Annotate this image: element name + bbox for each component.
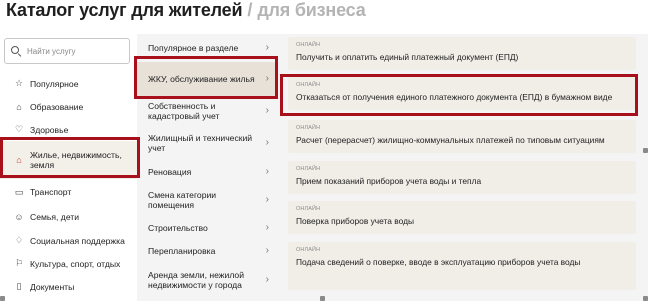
services-panel: ОНЛАЙН Получить и оплатить единый платеж… xyxy=(277,34,648,301)
chevron-right-icon: › xyxy=(265,193,269,205)
service-card[interactable]: ОНЛАЙН Поверка приборов учета воды xyxy=(288,201,636,234)
catalog-title-citizens[interactable]: Каталог услуг для жителей xyxy=(6,0,243,21)
category-item-popular[interactable]: ☆ Популярное xyxy=(0,72,137,95)
category-label: Образование xyxy=(30,101,84,112)
subcategory-item-property[interactable]: Собственность и кадастровый учет › xyxy=(137,96,277,126)
title-separator: / xyxy=(247,0,253,20)
service-name: Подача сведений о поверке, вводе в экспл… xyxy=(296,257,581,267)
category-item-housing[interactable]: ⌂ Жилье, недвижимость, земля xyxy=(0,141,137,179)
service-card[interactable]: ОНЛАЙН Прием показаний приборов учета во… xyxy=(288,161,636,194)
support-icon: ♢ xyxy=(14,235,24,245)
service-name: Получить и оплатить единый платежный док… xyxy=(296,52,519,62)
category-list: ☆ Популярное ⌂ Образование ♡ Здоровье ⌂ … xyxy=(0,72,137,298)
culture-icon: ⚐ xyxy=(14,258,24,268)
family-icon: ☺ xyxy=(14,212,24,222)
category-item-family[interactable]: ☺ Семья, дети xyxy=(0,205,137,229)
subcategory-label: Смена категории помещения xyxy=(148,189,217,211)
category-label: Семья, дети xyxy=(30,212,80,222)
category-label: Документы xyxy=(30,281,75,292)
service-name: Отказаться от получения единого платежно… xyxy=(296,92,613,102)
catalog-title-business-link[interactable]: для бизнеса xyxy=(257,0,365,21)
service-card[interactable]: ОНЛАЙН Отказаться от получения единого п… xyxy=(288,77,636,110)
chevron-right-icon: › xyxy=(265,245,269,257)
online-badge: ОНЛАЙН xyxy=(296,42,321,48)
category-item-culture[interactable]: ⚐ Культура, спорт, отдых xyxy=(0,252,137,275)
subcategory-label: ЖКУ, обслуживание жилья xyxy=(148,73,255,84)
service-name: Прием показаний приборов учета воды и те… xyxy=(296,176,482,186)
categories-panel: Найти услугу ☆ Популярное ⌂ Образование … xyxy=(0,34,137,301)
category-label: Транспорт xyxy=(30,187,72,197)
search-input[interactable]: Найти услугу xyxy=(4,38,130,64)
service-card[interactable]: ОНЛАЙН Расчет (перерасчет) жилищно-комму… xyxy=(288,120,636,153)
subcategory-label: Перепланировка xyxy=(148,246,216,257)
graduation-cap-icon: ⌂ xyxy=(16,101,22,112)
category-label: Жилье, недвижимость, земля xyxy=(30,149,122,171)
chevron-right-icon: › xyxy=(265,165,269,177)
subcategory-item-renovation[interactable]: Реновация › xyxy=(137,160,277,184)
subcategory-label: Собственность и кадастровый учет xyxy=(148,100,220,122)
chevron-right-icon: › xyxy=(265,221,269,233)
house-icon: ⌂ xyxy=(16,155,22,165)
category-item-education[interactable]: ⌂ Образование xyxy=(0,95,137,118)
search-placeholder: Найти услугу xyxy=(27,46,76,56)
chevron-right-icon: › xyxy=(265,41,269,53)
subcategory-item-housing-services[interactable]: ЖКУ, обслуживание жилья › xyxy=(137,62,277,96)
online-badge: ОНЛАЙН xyxy=(296,125,321,131)
resize-handle[interactable] xyxy=(643,296,648,301)
subcategory-item-popular[interactable]: Популярное в разделе › xyxy=(137,34,277,62)
resize-handle[interactable] xyxy=(0,296,5,301)
subcategory-label: Строительство xyxy=(148,222,208,233)
heart-icon: ♡ xyxy=(14,124,24,134)
category-item-health[interactable]: ♡ Здоровье xyxy=(0,118,137,141)
category-item-documents[interactable]: ▯ Документы xyxy=(0,275,137,298)
online-badge: ОНЛАЙН xyxy=(296,206,321,212)
star-icon: ☆ xyxy=(14,78,24,88)
resize-handle[interactable] xyxy=(320,296,325,301)
chevron-right-icon: › xyxy=(265,136,269,148)
subcategories-panel: Популярное в разделе › ЖКУ, обслуживание… xyxy=(137,34,277,301)
subcategory-item-land-lease[interactable]: Аренда земли, нежилой недвижимости у гор… xyxy=(137,263,277,297)
subcategory-label: Популярное в разделе xyxy=(148,42,239,53)
resize-handle[interactable] xyxy=(643,148,648,153)
category-label: Социальная поддержка xyxy=(30,235,125,246)
online-badge: ОНЛАЙН xyxy=(296,247,321,253)
online-badge: ОНЛАЙН xyxy=(296,82,321,88)
category-item-transport[interactable]: ▭ Транспорт xyxy=(0,179,137,205)
page-header: Каталог услуг для жителей / для бизнеса xyxy=(6,0,366,28)
online-badge: ОНЛАЙН xyxy=(296,166,321,172)
subcategory-item-replanning[interactable]: Перепланировка › xyxy=(137,240,277,263)
subcategory-label: Аренда земли, нежилой недвижимости у гор… xyxy=(148,269,245,291)
service-name: Поверка приборов учета воды xyxy=(296,216,414,226)
search-icon xyxy=(11,46,21,56)
document-icon: ▯ xyxy=(16,281,22,291)
chevron-right-icon: › xyxy=(265,273,269,285)
category-label: Культура, спорт, отдых xyxy=(30,258,121,269)
chevron-right-icon: › xyxy=(265,72,269,84)
subcategory-item-technical-accounting[interactable]: Жилищный и технический учет › xyxy=(137,126,277,160)
category-label: Популярное xyxy=(30,78,79,89)
service-name: Расчет (перерасчет) жилищно-коммунальных… xyxy=(296,135,605,145)
category-label: Здоровье xyxy=(30,124,69,135)
subcategory-item-category-change[interactable]: Смена категории помещения › xyxy=(137,184,277,216)
service-card[interactable]: ОНЛАЙН Подача сведений о поверке, вводе … xyxy=(288,242,636,290)
category-item-social-support[interactable]: ♢ Социальная поддержка xyxy=(0,229,137,252)
service-card[interactable]: ОНЛАЙН Получить и оплатить единый платеж… xyxy=(288,37,636,70)
subcategory-item-construction[interactable]: Строительство › xyxy=(137,216,277,240)
subcategory-label: Реновация xyxy=(148,166,192,177)
subcategory-label: Жилищный и технический учет xyxy=(148,132,253,154)
bus-icon: ▭ xyxy=(14,186,24,197)
chevron-right-icon: › xyxy=(265,104,269,116)
